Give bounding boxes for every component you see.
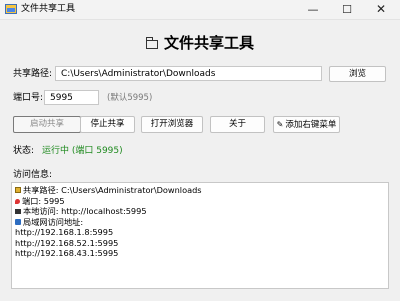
info-line-text: 本地访问: http://localhost:5995	[23, 206, 147, 216]
computer-icon	[15, 209, 21, 214]
info-line: http://192.168.1.8:5995	[15, 227, 388, 238]
about-button[interactable]: 关于	[210, 116, 265, 133]
title-bar[interactable]: 文件共享工具 — ☐ ✕	[0, 0, 400, 20]
path-input[interactable]: C:\Users\Administrator\Downloads	[55, 66, 322, 81]
folder-icon	[145, 37, 158, 49]
lan-url: http://192.168.43.1:5995	[15, 248, 119, 258]
info-line-text: 端口: 5995	[22, 195, 65, 206]
lan-url: http://192.168.52.1:5995	[15, 237, 119, 248]
start-share-button[interactable]: 启动共享	[13, 116, 81, 133]
info-line-text: 共享路径: C:\Users\Administrator\Downloads	[23, 185, 202, 195]
add-context-menu-button[interactable]: ✎ 添加右键菜单	[273, 116, 340, 133]
port-label: 端口号:	[13, 93, 44, 103]
browse-button[interactable]: 浏览	[329, 66, 386, 82]
path-label: 共享路径:	[13, 69, 53, 79]
info-line: 共享路径: C:\Users\Administrator\Downloads	[15, 185, 388, 196]
network-icon	[15, 218, 21, 225]
info-line: http://192.168.43.1:5995	[15, 248, 388, 259]
folder-icon	[15, 187, 21, 193]
info-line: 本地访问: http://localhost:5995	[15, 206, 388, 217]
port-default-hint: (默认5995)	[107, 93, 153, 103]
pin-icon: ✎	[276, 120, 284, 129]
info-line-text: 局域网访问地址:	[23, 216, 84, 227]
maximize-button[interactable]: ☐	[330, 0, 364, 19]
close-button[interactable]: ✕	[364, 0, 398, 19]
page-title: 文件共享工具	[0, 33, 400, 53]
page-title-text: 文件共享工具	[163, 34, 254, 52]
open-browser-button[interactable]: 打开浏览器	[141, 116, 203, 133]
port-input[interactable]: 5995	[44, 90, 99, 105]
minimize-button[interactable]: —	[296, 0, 330, 19]
window-title: 文件共享工具	[21, 4, 76, 14]
app-window: 文件共享工具 — ☐ ✕ 文件共享工具 共享路径: C:\Users\Admin…	[0, 0, 400, 301]
info-line: http://192.168.52.1:5995	[15, 238, 388, 249]
access-info-label: 访问信息:	[13, 170, 53, 180]
lan-url: http://192.168.1.8:5995	[15, 227, 114, 237]
status-value: 运行中 (端口 5995)	[42, 146, 123, 156]
info-line: 端口: 5995	[15, 196, 388, 207]
status-label: 状态:	[13, 146, 35, 156]
pin-icon	[15, 198, 20, 204]
info-line: 局域网访问地址:	[15, 217, 388, 228]
access-info-box[interactable]: 共享路径: C:\Users\Administrator\Downloads 端…	[11, 182, 389, 289]
stop-share-button[interactable]: 停止共享	[80, 116, 135, 133]
app-icon	[5, 4, 17, 14]
add-context-menu-label: 添加右键菜单	[285, 120, 337, 130]
